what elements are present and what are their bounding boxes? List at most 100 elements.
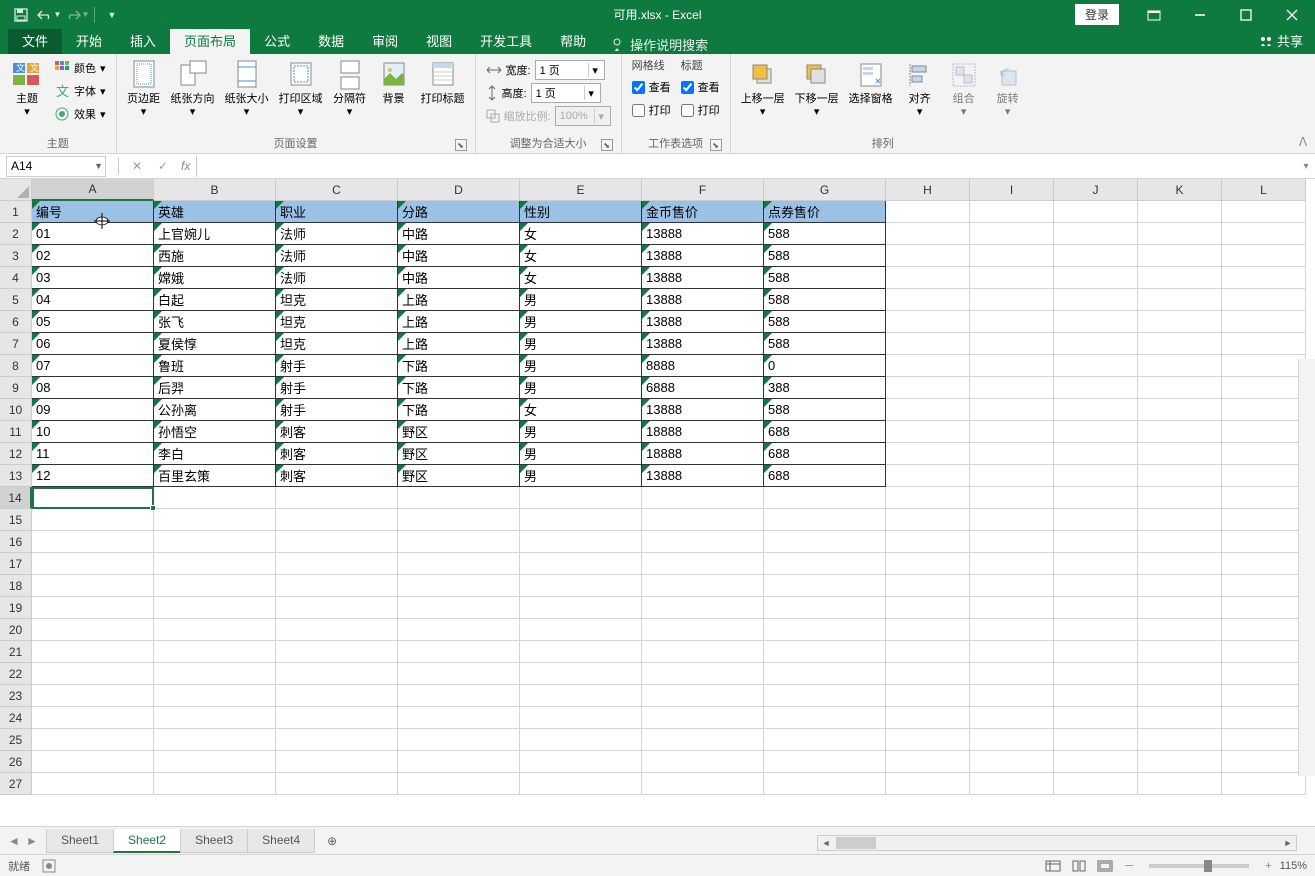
row-header[interactable]: 13	[0, 465, 32, 487]
print-area-button[interactable]: 打印区域▾	[275, 57, 327, 121]
cell[interactable]	[398, 509, 520, 531]
cell[interactable]: 6888	[642, 377, 764, 399]
cell[interactable]: 13888	[642, 245, 764, 267]
cell[interactable]: 金币售价	[642, 201, 764, 223]
cell[interactable]	[886, 289, 970, 311]
gridlines-view-checkbox[interactable]: 查看	[628, 76, 675, 98]
column-header[interactable]: H	[886, 179, 970, 201]
cell[interactable]	[970, 619, 1054, 641]
cell[interactable]	[1054, 421, 1138, 443]
cell[interactable]	[764, 641, 886, 663]
tab-home[interactable]: 开始	[62, 27, 116, 54]
cell[interactable]	[886, 751, 970, 773]
cell[interactable]	[1222, 289, 1306, 311]
name-box[interactable]: A14▼	[6, 156, 106, 177]
cell[interactable]: 点券售价	[764, 201, 886, 223]
cell[interactable]	[886, 311, 970, 333]
cell[interactable]	[398, 597, 520, 619]
cell[interactable]	[886, 333, 970, 355]
cell[interactable]	[1222, 421, 1306, 443]
cell[interactable]	[1222, 597, 1306, 619]
cell[interactable]	[398, 575, 520, 597]
cell[interactable]	[398, 751, 520, 773]
cell[interactable]	[520, 685, 642, 707]
cell[interactable]	[1054, 443, 1138, 465]
cell[interactable]: 13888	[642, 311, 764, 333]
cell[interactable]	[886, 487, 970, 509]
cell[interactable]	[1138, 245, 1222, 267]
cell[interactable]	[520, 487, 642, 509]
cell[interactable]	[154, 707, 276, 729]
cell[interactable]	[1138, 201, 1222, 223]
cell[interactable]	[1222, 245, 1306, 267]
column-header[interactable]: F	[642, 179, 764, 201]
cell[interactable]	[642, 575, 764, 597]
cell[interactable]	[276, 619, 398, 641]
cell[interactable]: 坦克	[276, 333, 398, 355]
expand-formula-bar[interactable]: ▾	[1297, 161, 1315, 172]
row-header[interactable]: 17	[0, 553, 32, 575]
cell[interactable]	[970, 355, 1054, 377]
cell[interactable]: 后羿	[154, 377, 276, 399]
row-header[interactable]: 27	[0, 773, 32, 795]
cell[interactable]	[1054, 377, 1138, 399]
horizontal-scrollbar[interactable]: ◄►	[817, 835, 1297, 851]
cell[interactable]	[970, 201, 1054, 223]
cell[interactable]	[764, 509, 886, 531]
cell[interactable]: 中路	[398, 223, 520, 245]
send-backward-button[interactable]: 下移一层▾	[791, 57, 843, 121]
cell[interactable]: 公孙离	[154, 399, 276, 421]
cell[interactable]: 01	[32, 223, 154, 245]
headings-print-checkbox[interactable]: 打印	[677, 99, 724, 121]
cell[interactable]	[398, 619, 520, 641]
tab-insert[interactable]: 插入	[116, 27, 170, 54]
cell[interactable]: 中路	[398, 245, 520, 267]
cell[interactable]	[32, 531, 154, 553]
cell[interactable]	[970, 465, 1054, 487]
scale-launcher[interactable]: ⬊	[601, 139, 613, 151]
cell[interactable]: 8888	[642, 355, 764, 377]
minimize-button[interactable]	[1177, 0, 1223, 29]
cell[interactable]	[970, 377, 1054, 399]
row-header[interactable]: 23	[0, 685, 32, 707]
cell[interactable]: 588	[764, 399, 886, 421]
cell[interactable]	[1054, 509, 1138, 531]
cell[interactable]	[970, 333, 1054, 355]
cell[interactable]	[970, 531, 1054, 553]
cell[interactable]: 03	[32, 267, 154, 289]
cell[interactable]	[970, 641, 1054, 663]
cell[interactable]	[398, 487, 520, 509]
cell[interactable]	[276, 729, 398, 751]
row-header[interactable]: 24	[0, 707, 32, 729]
cell[interactable]	[1138, 597, 1222, 619]
tab-formulas[interactable]: 公式	[250, 27, 304, 54]
cell[interactable]	[1222, 575, 1306, 597]
cell[interactable]	[398, 553, 520, 575]
row-header[interactable]: 10	[0, 399, 32, 421]
cell[interactable]	[970, 245, 1054, 267]
cell[interactable]: 588	[764, 289, 886, 311]
cell[interactable]: 野区	[398, 465, 520, 487]
cell[interactable]: 女	[520, 245, 642, 267]
cell[interactable]: 588	[764, 333, 886, 355]
cell[interactable]	[764, 597, 886, 619]
cell[interactable]: 13888	[642, 267, 764, 289]
cell[interactable]	[970, 509, 1054, 531]
cell[interactable]	[1138, 223, 1222, 245]
row-header[interactable]: 25	[0, 729, 32, 751]
cell[interactable]	[398, 707, 520, 729]
cell[interactable]: 06	[32, 333, 154, 355]
cell[interactable]	[642, 531, 764, 553]
cell[interactable]	[1222, 267, 1306, 289]
cell[interactable]	[970, 773, 1054, 795]
cell[interactable]: 嫦娥	[154, 267, 276, 289]
cell[interactable]: 职业	[276, 201, 398, 223]
formula-bar[interactable]	[196, 156, 1297, 177]
sheet-tab[interactable]: Sheet1	[46, 829, 114, 853]
cell[interactable]	[886, 355, 970, 377]
cell[interactable]	[1054, 201, 1138, 223]
add-sheet-button[interactable]: ⊕	[318, 830, 346, 852]
theme-colors[interactable]: 颜色 ▾	[50, 57, 110, 79]
cell[interactable]: 588	[764, 223, 886, 245]
macro-record-icon[interactable]	[42, 859, 56, 873]
